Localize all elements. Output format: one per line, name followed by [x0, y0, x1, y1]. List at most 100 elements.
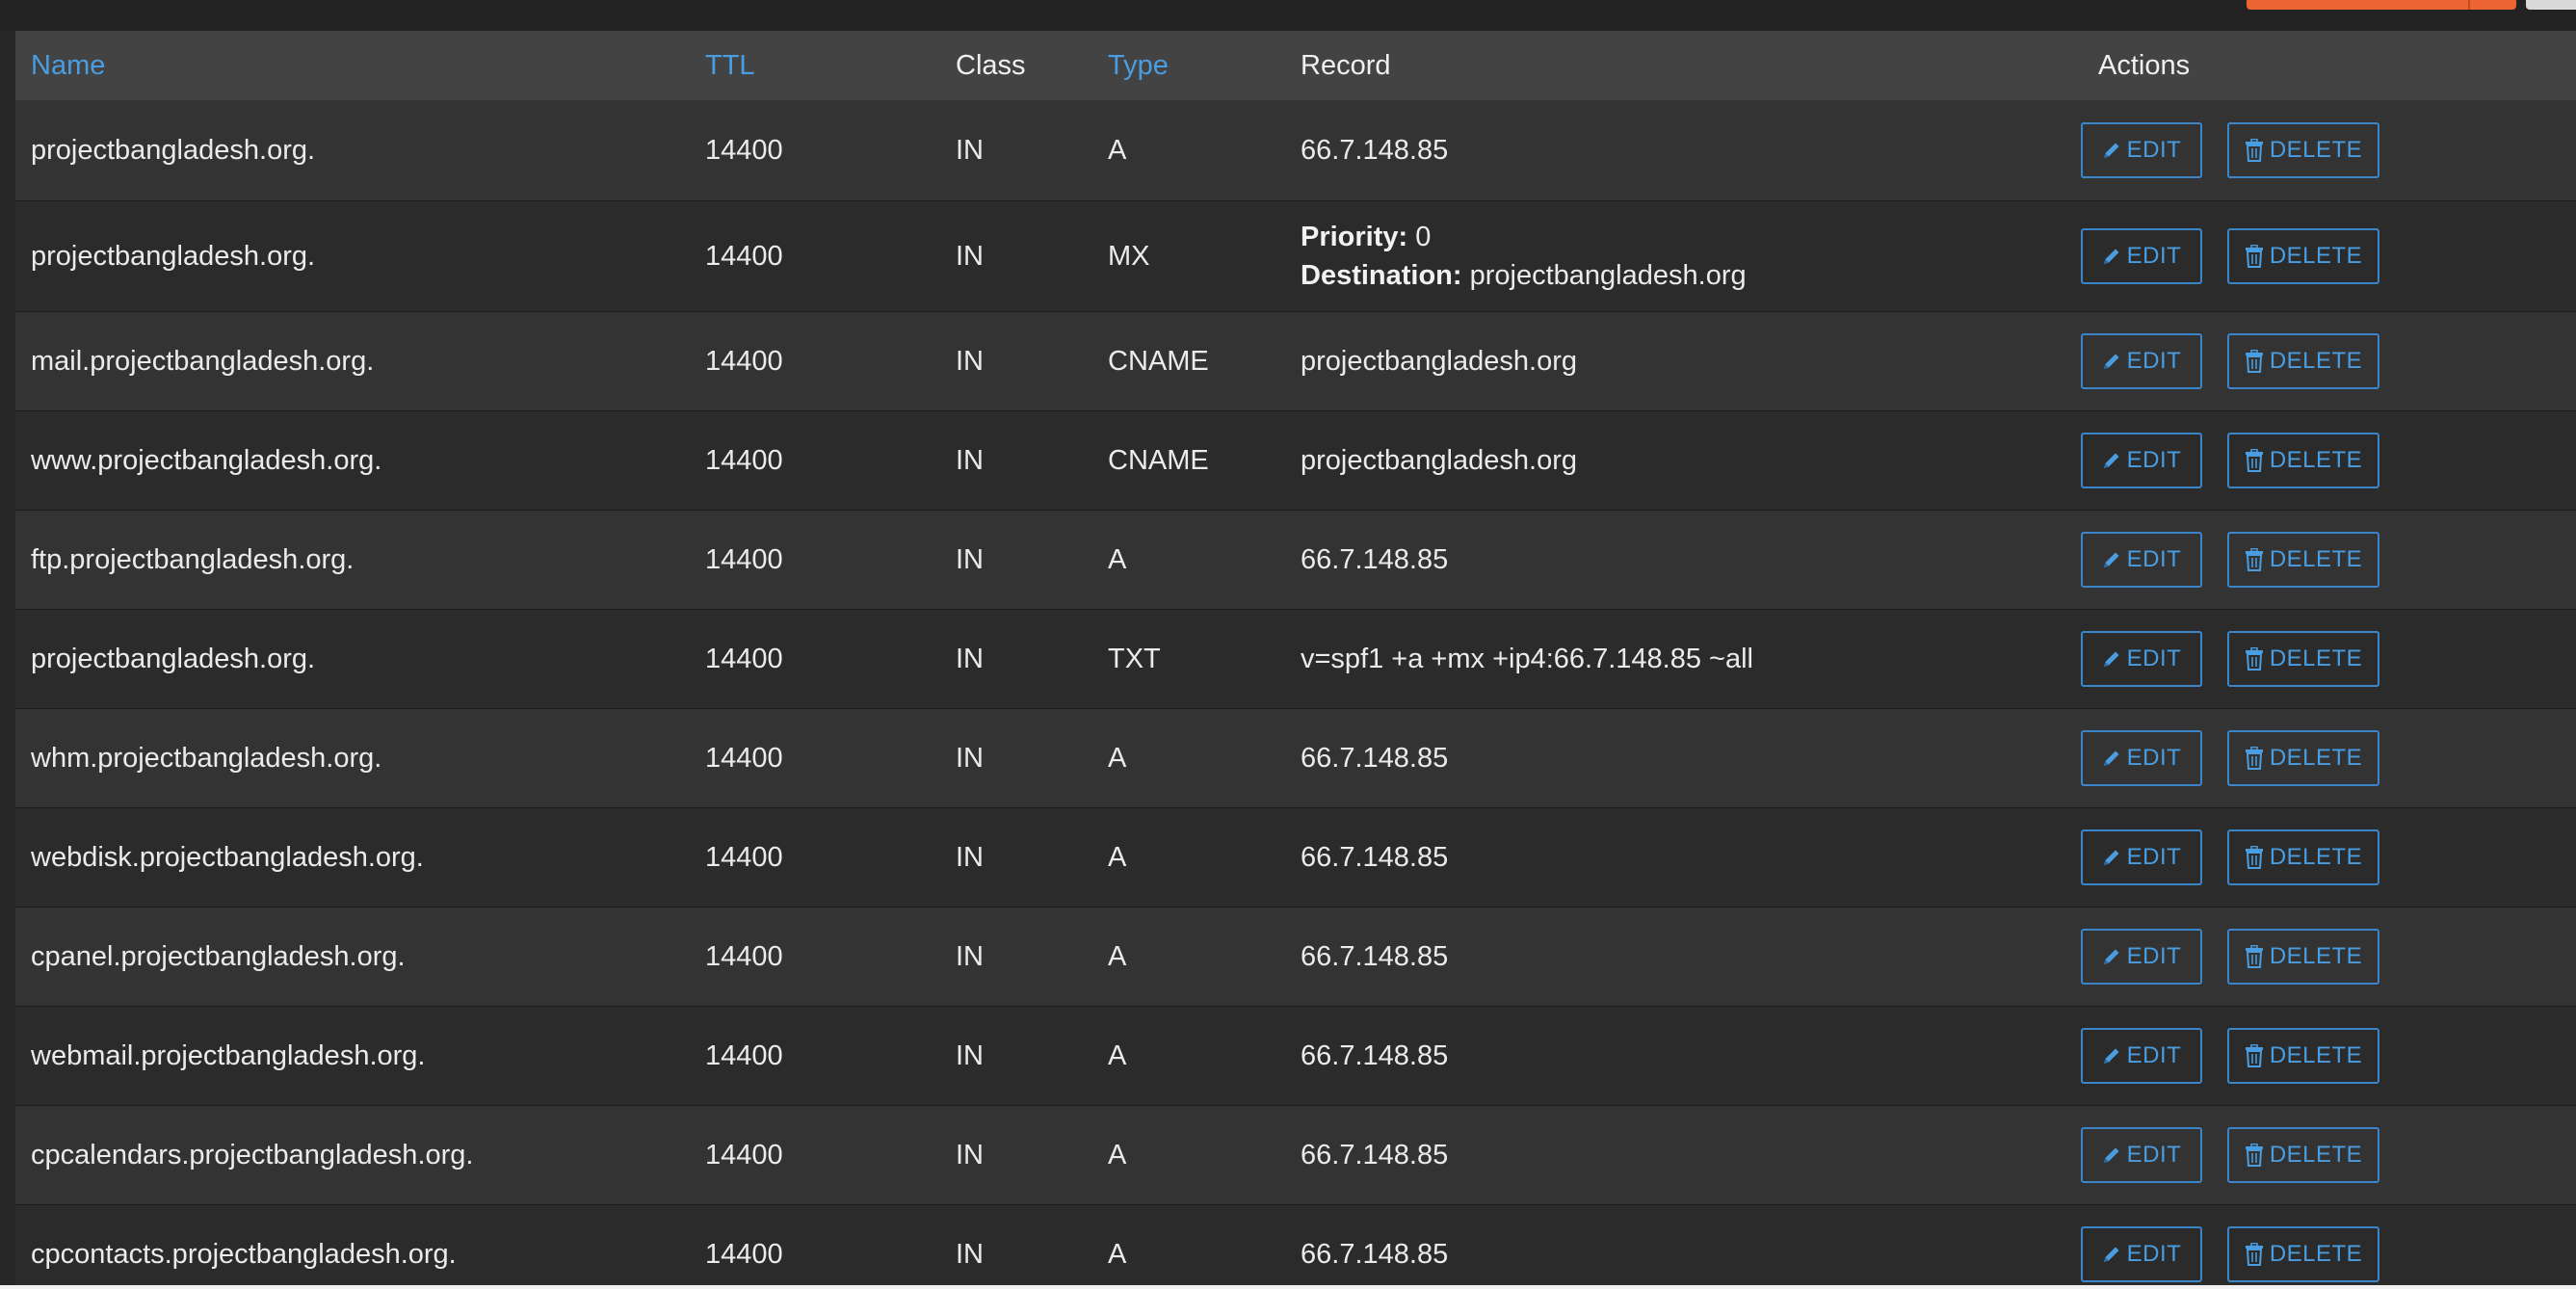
record-ttl: 14400 — [705, 841, 783, 873]
delete-label: DELETE — [2269, 844, 2363, 870]
record-data-cell: 66.7.148.85 — [1301, 1007, 1448, 1105]
delete-button[interactable]: DELETE — [2227, 1028, 2379, 1084]
edit-button[interactable]: EDIT — [2081, 433, 2202, 488]
trash-icon — [2245, 1044, 2264, 1067]
delete-button[interactable]: DELETE — [2227, 1226, 2379, 1282]
pencil-icon — [2102, 749, 2121, 768]
table-row: www.projectbangladesh.org. 14400 IN CNAME pr… — [15, 411, 2576, 511]
delete-button[interactable]: DELETE — [2227, 532, 2379, 588]
record-class: IN — [956, 345, 984, 377]
delete-button[interactable]: DELETE — [2227, 1127, 2379, 1183]
edit-button[interactable]: EDIT — [2081, 1028, 2202, 1084]
table-row: webmail.projectbangladesh.org. 14400 IN A 66… — [15, 1007, 2576, 1106]
record-name: whm.projectbangladesh.org. — [31, 742, 382, 774]
record-value: 66.7.148.85 — [1301, 1039, 1449, 1071]
delete-button[interactable]: DELETE — [2227, 631, 2379, 687]
trash-icon — [2245, 548, 2264, 571]
edit-button[interactable]: EDIT — [2081, 333, 2202, 389]
edit-label: EDIT — [2126, 1241, 2182, 1267]
table-row: mail.projectbangladesh.org. 14400 IN CNAME p… — [15, 312, 2576, 411]
record-value: projectbangladesh.org — [1301, 444, 1577, 476]
record-type: CNAME — [1108, 444, 1209, 476]
record-name: projectbangladesh.org. — [31, 134, 316, 166]
trash-icon — [2245, 747, 2264, 770]
mx-destination-line: Destination: projectbangladesh.org — [1301, 256, 1747, 295]
record-class: IN — [956, 240, 984, 272]
record-name: cpcalendars.projectbangladesh.org. — [31, 1139, 474, 1171]
column-header-class: Class — [956, 49, 1026, 81]
edit-label: EDIT — [2126, 745, 2182, 771]
edit-label: EDIT — [2126, 1142, 2182, 1168]
record-ttl: 14400 — [705, 345, 783, 377]
record-data-cell: projectbangladesh.org — [1301, 312, 1577, 410]
record-data-cell: Priority: 0 Destination: projectbanglades… — [1301, 201, 1747, 311]
edit-button[interactable]: EDIT — [2081, 1127, 2202, 1183]
edit-button[interactable]: EDIT — [2081, 1226, 2202, 1282]
record-class: IN — [956, 841, 984, 873]
delete-label: DELETE — [2269, 348, 2363, 374]
table-row: webdisk.projectbangladesh.org. 14400 IN A 66… — [15, 808, 2576, 908]
record-name: cpanel.projectbangladesh.org. — [31, 940, 406, 972]
edit-label: EDIT — [2126, 447, 2182, 473]
delete-label: DELETE — [2269, 546, 2363, 572]
record-class: IN — [956, 134, 984, 166]
record-type: A — [1108, 841, 1127, 873]
toolbar-secondary-button[interactable] — [2526, 0, 2576, 10]
delete-label: DELETE — [2269, 1042, 2363, 1068]
delete-label: DELETE — [2269, 1142, 2363, 1168]
record-value: projectbangladesh.org — [1301, 345, 1577, 377]
record-name: cpcontacts.projectbangladesh.org. — [31, 1238, 457, 1270]
record-ttl: 14400 — [705, 1238, 783, 1270]
edit-button[interactable]: EDIT — [2081, 122, 2202, 178]
edit-button[interactable]: EDIT — [2081, 730, 2202, 786]
record-class: IN — [956, 1039, 984, 1071]
record-type: A — [1108, 543, 1127, 575]
column-header-ttl[interactable]: TTL — [705, 31, 755, 100]
delete-button[interactable]: DELETE — [2227, 929, 2379, 985]
edit-button[interactable]: EDIT — [2081, 532, 2202, 588]
delete-button[interactable]: DELETE — [2227, 433, 2379, 488]
record-class: IN — [956, 940, 984, 972]
dns-records-table: Name TTL Class Type Record Actions proje… — [15, 31, 2576, 1285]
record-ttl: 14400 — [705, 444, 783, 476]
edit-button[interactable]: EDIT — [2081, 929, 2202, 985]
add-record-button[interactable] — [2247, 0, 2516, 10]
record-value: 66.7.148.85 — [1301, 1238, 1449, 1270]
delete-button[interactable]: DELETE — [2227, 122, 2379, 178]
delete-button[interactable]: DELETE — [2227, 730, 2379, 786]
record-data-cell: 66.7.148.85 — [1301, 1205, 1448, 1285]
edit-button[interactable]: EDIT — [2081, 631, 2202, 687]
record-class: IN — [956, 543, 984, 575]
record-class: IN — [956, 1139, 984, 1171]
record-name: mail.projectbangladesh.org. — [31, 345, 375, 377]
delete-label: DELETE — [2269, 1241, 2363, 1267]
edit-label: EDIT — [2126, 1042, 2182, 1068]
record-type: A — [1108, 134, 1127, 166]
pencil-icon — [2102, 1046, 2121, 1065]
record-type: TXT — [1108, 643, 1161, 674]
pencil-icon — [2102, 141, 2121, 160]
pencil-icon — [2102, 1245, 2121, 1264]
trash-icon — [2245, 846, 2264, 869]
delete-label: DELETE — [2269, 645, 2363, 671]
delete-label: DELETE — [2269, 745, 2363, 771]
destination-value: projectbangladesh.org — [1461, 260, 1747, 291]
pencil-icon — [2102, 352, 2121, 371]
trash-icon — [2245, 245, 2264, 268]
record-data-cell: 66.7.148.85 — [1301, 808, 1448, 907]
column-header-name[interactable]: Name — [31, 31, 105, 100]
record-data-cell: projectbangladesh.org — [1301, 411, 1577, 510]
delete-button[interactable]: DELETE — [2227, 333, 2379, 389]
record-class: IN — [956, 444, 984, 476]
edit-button[interactable]: EDIT — [2081, 829, 2202, 885]
record-name: webmail.projectbangladesh.org. — [31, 1039, 426, 1071]
delete-button[interactable]: DELETE — [2227, 829, 2379, 885]
delete-button[interactable]: DELETE — [2227, 228, 2379, 284]
edit-label: EDIT — [2126, 137, 2182, 163]
column-header-type[interactable]: Type — [1108, 31, 1169, 100]
record-class: IN — [956, 742, 984, 774]
edit-button[interactable]: EDIT — [2081, 228, 2202, 284]
record-data-cell: 66.7.148.85 — [1301, 100, 1448, 200]
record-data-cell: 66.7.148.85 — [1301, 908, 1448, 1006]
record-type: A — [1108, 1039, 1127, 1071]
